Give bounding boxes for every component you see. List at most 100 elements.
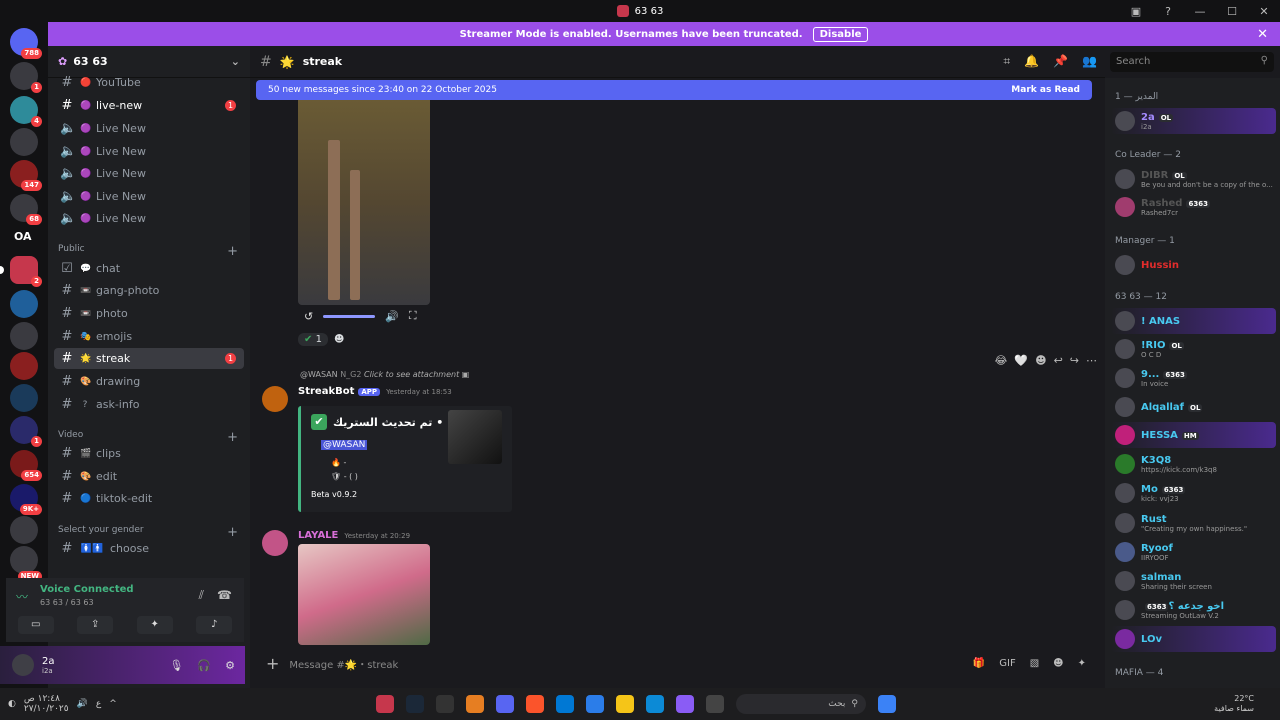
threads-icon[interactable]: ⌗ [1003, 54, 1010, 69]
weather[interactable]: 22°C سماء صافية [1214, 694, 1254, 714]
forward-icon[interactable]: ↪ [1070, 354, 1079, 367]
channel-chat[interactable]: ☑ 💬 chat [54, 258, 244, 279]
channel-clips[interactable]: # 🎬 clips [54, 443, 244, 464]
voice-channel-live-new[interactable]: 🔈 🟣 Live New [54, 163, 244, 184]
member-item[interactable]: Alqallaf OL [1111, 394, 1276, 420]
settings-icon[interactable]: ⚙ [225, 659, 235, 672]
bell-icon[interactable]: 🔔 [1024, 54, 1039, 69]
disconnect-icon[interactable]: ☎ [217, 588, 232, 602]
user-mention[interactable]: @WASAN [321, 440, 368, 450]
edge-icon[interactable] [646, 695, 664, 713]
server-icon[interactable]: 9K+ [10, 484, 42, 515]
add-reaction-icon[interactable]: ☻ [334, 334, 344, 345]
mute-icon[interactable]: 🎙 [169, 659, 183, 672]
soundboard-button[interactable]: ♪ [196, 616, 233, 634]
steam-icon[interactable] [406, 695, 424, 713]
reaction[interactable]: ✔ 1 [298, 333, 328, 346]
member-item[interactable]: !RIO OL O C D [1111, 336, 1276, 362]
channel-youtube[interactable]: # 🔴 YouTube [54, 72, 244, 93]
activity-button[interactable]: ✦ [136, 616, 173, 634]
member-item[interactable]: Ryoof IIRYOOF [1111, 539, 1276, 565]
message-author[interactable]: StreakBot APP Yesterday at 18:53 [298, 386, 452, 397]
store-icon[interactable] [586, 695, 604, 713]
inbox-icon[interactable]: ▣ [1120, 5, 1152, 18]
deafen-icon[interactable]: 🎧 [197, 659, 211, 672]
member-item[interactable]: اخو جدعه ؟6363 Streaming OutLaw V.2 [1111, 597, 1276, 623]
discord-icon[interactable] [496, 695, 514, 713]
gif-icon[interactable]: GIF [999, 658, 1015, 669]
voice-channel-live-new[interactable]: 🔈 🟣 Live New [54, 208, 244, 229]
member-item[interactable]: Mo 6363 kick: vvj23 [1111, 480, 1276, 506]
laugh-emoji-icon[interactable]: 😂 [995, 354, 1008, 367]
message-input[interactable]: Message #🌟・streak [289, 656, 398, 671]
chevron-up-icon[interactable]: ^ [109, 699, 117, 709]
channel-ask-info[interactable]: #? ask-info [54, 394, 244, 415]
heart-emoji-icon[interactable]: 🤍 [1014, 354, 1028, 367]
reply-preview[interactable]: @WASAN N_G2 Click to see attachment ▣ [300, 370, 469, 379]
server-icon-active[interactable]: 2 [10, 256, 42, 287]
message-author[interactable]: LAYALE Yesterday at 20:29 [298, 530, 410, 541]
server-icon[interactable] [10, 516, 38, 544]
members-icon[interactable]: 👥 [1082, 54, 1097, 69]
gift-icon[interactable]: 🎁 [973, 658, 985, 669]
pin-icon[interactable]: 📌 [1053, 54, 1068, 69]
voice-channel-live-new[interactable]: 🔈 🟣 Live New [54, 186, 244, 207]
folder-icon[interactable] [616, 695, 634, 713]
avatar[interactable] [262, 386, 288, 412]
member-item[interactable]: 2a OL i2a [1111, 108, 1276, 134]
avatar[interactable] [262, 530, 288, 556]
member-item[interactable]: salman Sharing their screen [1111, 568, 1276, 594]
member-item[interactable]: LOv [1111, 626, 1276, 652]
close-icon[interactable]: ✕ [1257, 27, 1268, 42]
home-icon[interactable]: 788 [10, 28, 42, 59]
member-item[interactable]: HESSA HM [1111, 422, 1276, 448]
embed-thumbnail[interactable] [448, 410, 502, 464]
camera-button[interactable]: ▭ [17, 616, 54, 634]
add-attachment-icon[interactable]: + [266, 654, 279, 673]
channel-live-new[interactable]: # 🟣 live-new 1 [54, 95, 244, 116]
fullscreen-icon[interactable]: ⛶ [409, 309, 417, 323]
server-icon[interactable] [10, 352, 38, 380]
reply-icon[interactable]: ↩ [1054, 354, 1063, 367]
language-icon[interactable]: ع [96, 699, 101, 709]
video-attachment[interactable] [298, 100, 430, 305]
app-icon[interactable] [466, 695, 484, 713]
image-attachment[interactable] [298, 544, 430, 645]
terminal-icon[interactable] [436, 695, 454, 713]
outlook-icon[interactable] [556, 695, 574, 713]
member-item[interactable]: Rashed 6363 Rashed7cr [1111, 194, 1276, 220]
app-icon[interactable] [376, 695, 394, 713]
member-item[interactable]: Rust "Creating my own happiness." [1111, 510, 1276, 536]
member-item[interactable]: DIBR OL Be you and don't be a copy of the … [1111, 166, 1276, 192]
server-icon[interactable]: 654 [10, 450, 42, 481]
channel-tiktok-edit[interactable]: # 🔵 tiktok-edit [54, 488, 244, 509]
more-icon[interactable]: ⋯ [1086, 354, 1097, 367]
category-public[interactable]: Public + [58, 244, 238, 259]
help-icon[interactable]: ? [1152, 5, 1184, 18]
channel-emojis[interactable]: # 🎭 emojis [54, 326, 244, 347]
close-button[interactable]: ✕ [1248, 5, 1280, 18]
member-item[interactable]: Hussin [1111, 252, 1276, 278]
avatar[interactable] [12, 654, 34, 676]
speaker-icon[interactable]: 🔊 [385, 310, 399, 323]
apps-icon[interactable]: ✦ [1078, 658, 1086, 669]
server-icon[interactable] [10, 384, 38, 412]
channel-photo[interactable]: # 📼 photo [54, 303, 244, 324]
windows-start-icon[interactable] [878, 695, 896, 713]
channel-streak[interactable]: # 🌟 streak 1 [54, 348, 244, 369]
maximize-button[interactable]: ☐ [1216, 5, 1248, 18]
emoji-icon[interactable]: ☻ [1035, 354, 1046, 367]
server-icon[interactable]: 68 [10, 194, 42, 225]
server-icon[interactable]: 4 [10, 96, 42, 127]
channel-choose[interactable]: # 🚺🚹 choose [54, 538, 244, 559]
sticker-icon[interactable]: ▧ [1030, 658, 1039, 669]
voice-channel-live-new[interactable]: 🔈 🟣 Live New [54, 141, 244, 162]
search-input[interactable]: بحث ⚲ [736, 694, 866, 714]
member-item[interactable]: K3Q8 https://kick.com/k3q8 [1111, 451, 1276, 477]
app-icon[interactable] [706, 695, 724, 713]
volume-slider[interactable] [323, 314, 376, 318]
channel-edit[interactable]: # 🎨 edit [54, 466, 244, 487]
search-input[interactable]: Search ⚲ [1110, 52, 1274, 72]
tray-icon[interactable]: ◐ [8, 699, 16, 709]
new-messages-bar[interactable]: 50 new messages since 23:40 on 22 Octobe… [256, 80, 1092, 100]
